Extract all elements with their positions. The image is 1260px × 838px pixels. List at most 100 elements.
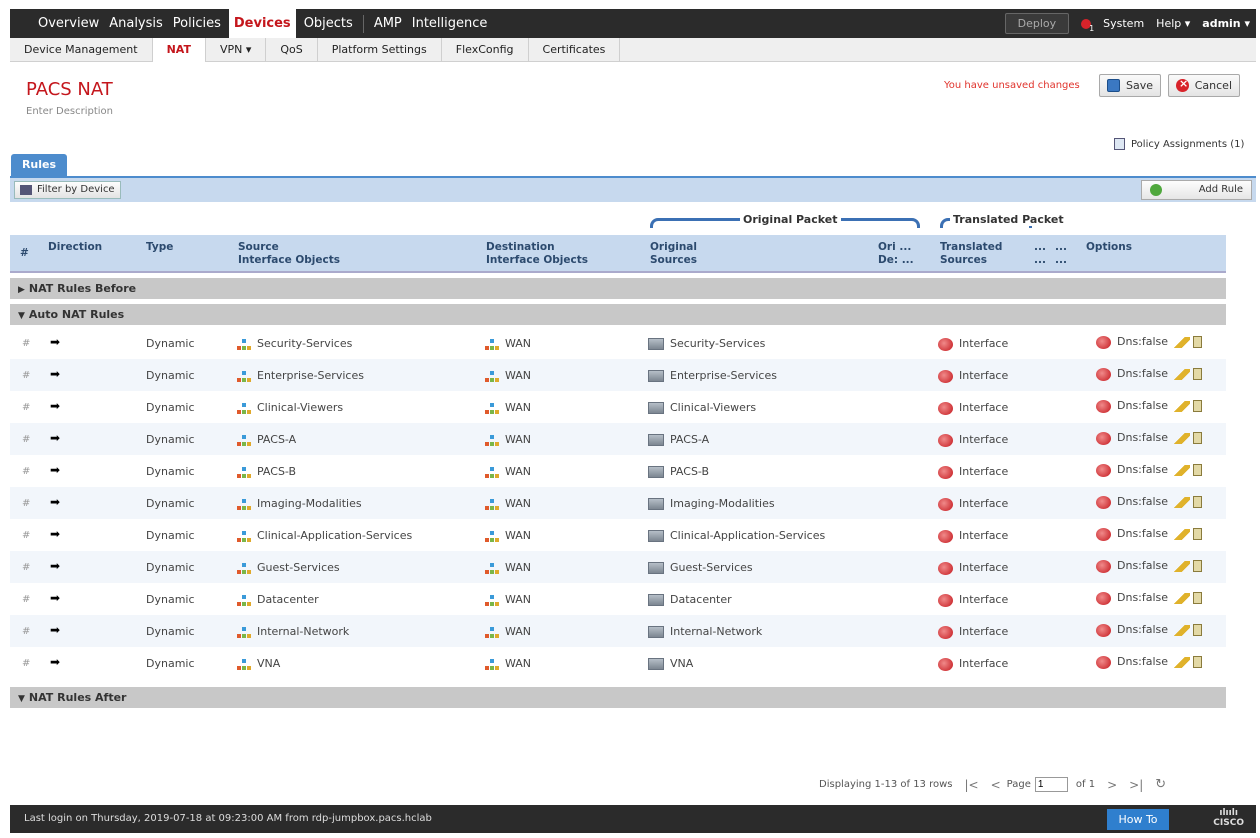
subnav-flexconfig[interactable]: FlexConfig	[442, 38, 529, 62]
delete-icon[interactable]	[1193, 592, 1203, 604]
how-to-button[interactable]: How To	[1107, 809, 1169, 830]
original-source-object[interactable]: PACS-B	[648, 465, 709, 478]
page-description[interactable]: Enter Description	[26, 106, 113, 117]
translated-source-object[interactable]: Interface	[938, 529, 1008, 543]
delete-icon[interactable]	[1193, 624, 1203, 636]
header-direction[interactable]: Direction	[48, 241, 102, 254]
original-source-object[interactable]: Security-Services	[648, 337, 765, 350]
source-interface-object[interactable]: Enterprise-Services	[236, 369, 364, 382]
deploy-button[interactable]: Deploy	[1004, 13, 1070, 34]
header-translated-col2[interactable]: ......	[1034, 241, 1046, 267]
table-row[interactable]: # ➡ Dynamic Internal-Network WAN Internal-Net…	[10, 615, 1226, 647]
destination-interface-object[interactable]: WAN	[484, 401, 531, 414]
translated-source-object[interactable]: Interface	[938, 369, 1008, 383]
source-interface-object[interactable]: PACS-B	[236, 465, 296, 478]
destination-interface-object[interactable]: WAN	[484, 657, 531, 670]
refresh-icon[interactable]: ↻	[1155, 777, 1166, 792]
edit-icon[interactable]	[1174, 432, 1191, 444]
policy-assignments-link[interactable]: Policy Assignments (1)	[1114, 138, 1244, 150]
translated-source-object[interactable]: Interface	[938, 561, 1008, 575]
edit-icon[interactable]	[1174, 496, 1191, 508]
delete-icon[interactable]	[1193, 496, 1203, 508]
header-translated-col3[interactable]: ......	[1055, 241, 1067, 267]
section-nat-rules-before[interactable]: ▶ NAT Rules Before	[10, 277, 1226, 299]
translated-source-object[interactable]: Interface	[938, 433, 1008, 447]
destination-interface-object[interactable]: WAN	[484, 369, 531, 382]
subnav-qos[interactable]: QoS	[266, 38, 318, 62]
nav-amp[interactable]: AMP	[369, 9, 407, 38]
table-row[interactable]: # ➡ Dynamic PACS-B WAN PACS-B Interface Dns:fal…	[10, 455, 1226, 487]
subnav-platform-settings[interactable]: Platform Settings	[318, 38, 442, 62]
edit-icon[interactable]	[1174, 624, 1191, 636]
header-original-sources[interactable]: Original Sources	[650, 241, 697, 267]
nav-intelligence[interactable]: Intelligence	[407, 9, 493, 38]
edit-icon[interactable]	[1174, 368, 1191, 380]
help-menu[interactable]: Help ▾	[1156, 17, 1190, 30]
original-source-object[interactable]: Clinical-Viewers	[648, 401, 756, 414]
destination-interface-object[interactable]: WAN	[484, 497, 531, 510]
destination-interface-object[interactable]: WAN	[484, 625, 531, 638]
header-destination-interface[interactable]: Destination Interface Objects	[486, 241, 588, 267]
header-source-interface[interactable]: Source Interface Objects	[238, 241, 340, 267]
delete-icon[interactable]	[1193, 560, 1203, 572]
source-interface-object[interactable]: PACS-A	[236, 433, 296, 446]
destination-interface-object[interactable]: WAN	[484, 337, 531, 350]
nav-policies[interactable]: Policies	[168, 9, 226, 38]
alert-icon[interactable]: 1	[1081, 18, 1094, 33]
delete-icon[interactable]	[1193, 464, 1203, 476]
original-source-object[interactable]: Enterprise-Services	[648, 369, 777, 382]
nav-analysis[interactable]: Analysis	[104, 9, 168, 38]
table-row[interactable]: # ➡ Dynamic Clinical-Application-Services WA…	[10, 519, 1226, 551]
header-type[interactable]: Type	[146, 241, 173, 254]
delete-icon[interactable]	[1193, 656, 1203, 668]
translated-source-object[interactable]: Interface	[938, 593, 1008, 607]
page-number-input[interactable]	[1034, 777, 1068, 792]
table-row[interactable]: # ➡ Dynamic Datacenter WAN Datacenter Interfac…	[10, 583, 1226, 615]
edit-icon[interactable]	[1174, 528, 1191, 540]
original-source-object[interactable]: Internal-Network	[648, 625, 762, 638]
destination-interface-object[interactable]: WAN	[484, 465, 531, 478]
first-page-icon[interactable]: |<	[965, 778, 979, 792]
nav-devices[interactable]: Devices	[228, 9, 296, 38]
section-nat-rules-after[interactable]: ▼ NAT Rules After	[10, 686, 1226, 708]
next-page-icon[interactable]: >	[1107, 778, 1117, 792]
edit-icon[interactable]	[1174, 560, 1191, 572]
header-original-destinations[interactable]: Ori ... De: ...	[878, 241, 914, 267]
translated-source-object[interactable]: Interface	[938, 337, 1008, 351]
original-source-object[interactable]: Clinical-Application-Services	[648, 529, 825, 542]
prev-page-icon[interactable]: <	[991, 778, 1001, 792]
translated-source-object[interactable]: Interface	[938, 401, 1008, 415]
nav-objects[interactable]: Objects	[299, 9, 358, 38]
cancel-button[interactable]: Cancel	[1168, 74, 1240, 97]
subnav-nat[interactable]: NAT	[152, 38, 206, 62]
source-interface-object[interactable]: Clinical-Viewers	[236, 401, 343, 414]
page-title[interactable]: PACS NAT	[26, 79, 113, 100]
source-interface-object[interactable]: Clinical-Application-Services	[236, 529, 412, 542]
table-row[interactable]: # ➡ Dynamic Imaging-Modalities WAN Imaging-Mo…	[10, 487, 1226, 519]
last-page-icon[interactable]: >|	[1129, 778, 1143, 792]
table-row[interactable]: # ➡ Dynamic Clinical-Viewers WAN Clinical-Vie…	[10, 391, 1226, 423]
destination-interface-object[interactable]: WAN	[484, 593, 531, 606]
table-row[interactable]: # ➡ Dynamic Guest-Services WAN Guest-Services…	[10, 551, 1226, 583]
table-row[interactable]: # ➡ Dynamic PACS-A WAN PACS-A Interface Dns:fal…	[10, 423, 1226, 455]
subnav-certificates[interactable]: Certificates	[529, 38, 621, 62]
nav-overview[interactable]: Overview	[10, 9, 104, 38]
source-interface-object[interactable]: Imaging-Modalities	[236, 497, 362, 510]
delete-icon[interactable]	[1193, 432, 1203, 444]
source-interface-object[interactable]: VNA	[236, 657, 280, 670]
original-source-object[interactable]: Guest-Services	[648, 561, 753, 574]
source-interface-object[interactable]: Security-Services	[236, 337, 352, 350]
source-interface-object[interactable]: Internal-Network	[236, 625, 349, 638]
edit-icon[interactable]	[1174, 592, 1191, 604]
edit-icon[interactable]	[1174, 336, 1191, 348]
tab-rules[interactable]: Rules	[11, 154, 67, 176]
edit-icon[interactable]	[1174, 464, 1191, 476]
destination-interface-object[interactable]: WAN	[484, 529, 531, 542]
translated-source-object[interactable]: Interface	[938, 657, 1008, 671]
system-menu[interactable]: System	[1103, 17, 1144, 30]
original-source-object[interactable]: VNA	[648, 657, 693, 670]
delete-icon[interactable]	[1193, 368, 1203, 380]
translated-source-object[interactable]: Interface	[938, 465, 1008, 479]
delete-icon[interactable]	[1193, 528, 1203, 540]
translated-source-object[interactable]: Interface	[938, 497, 1008, 511]
